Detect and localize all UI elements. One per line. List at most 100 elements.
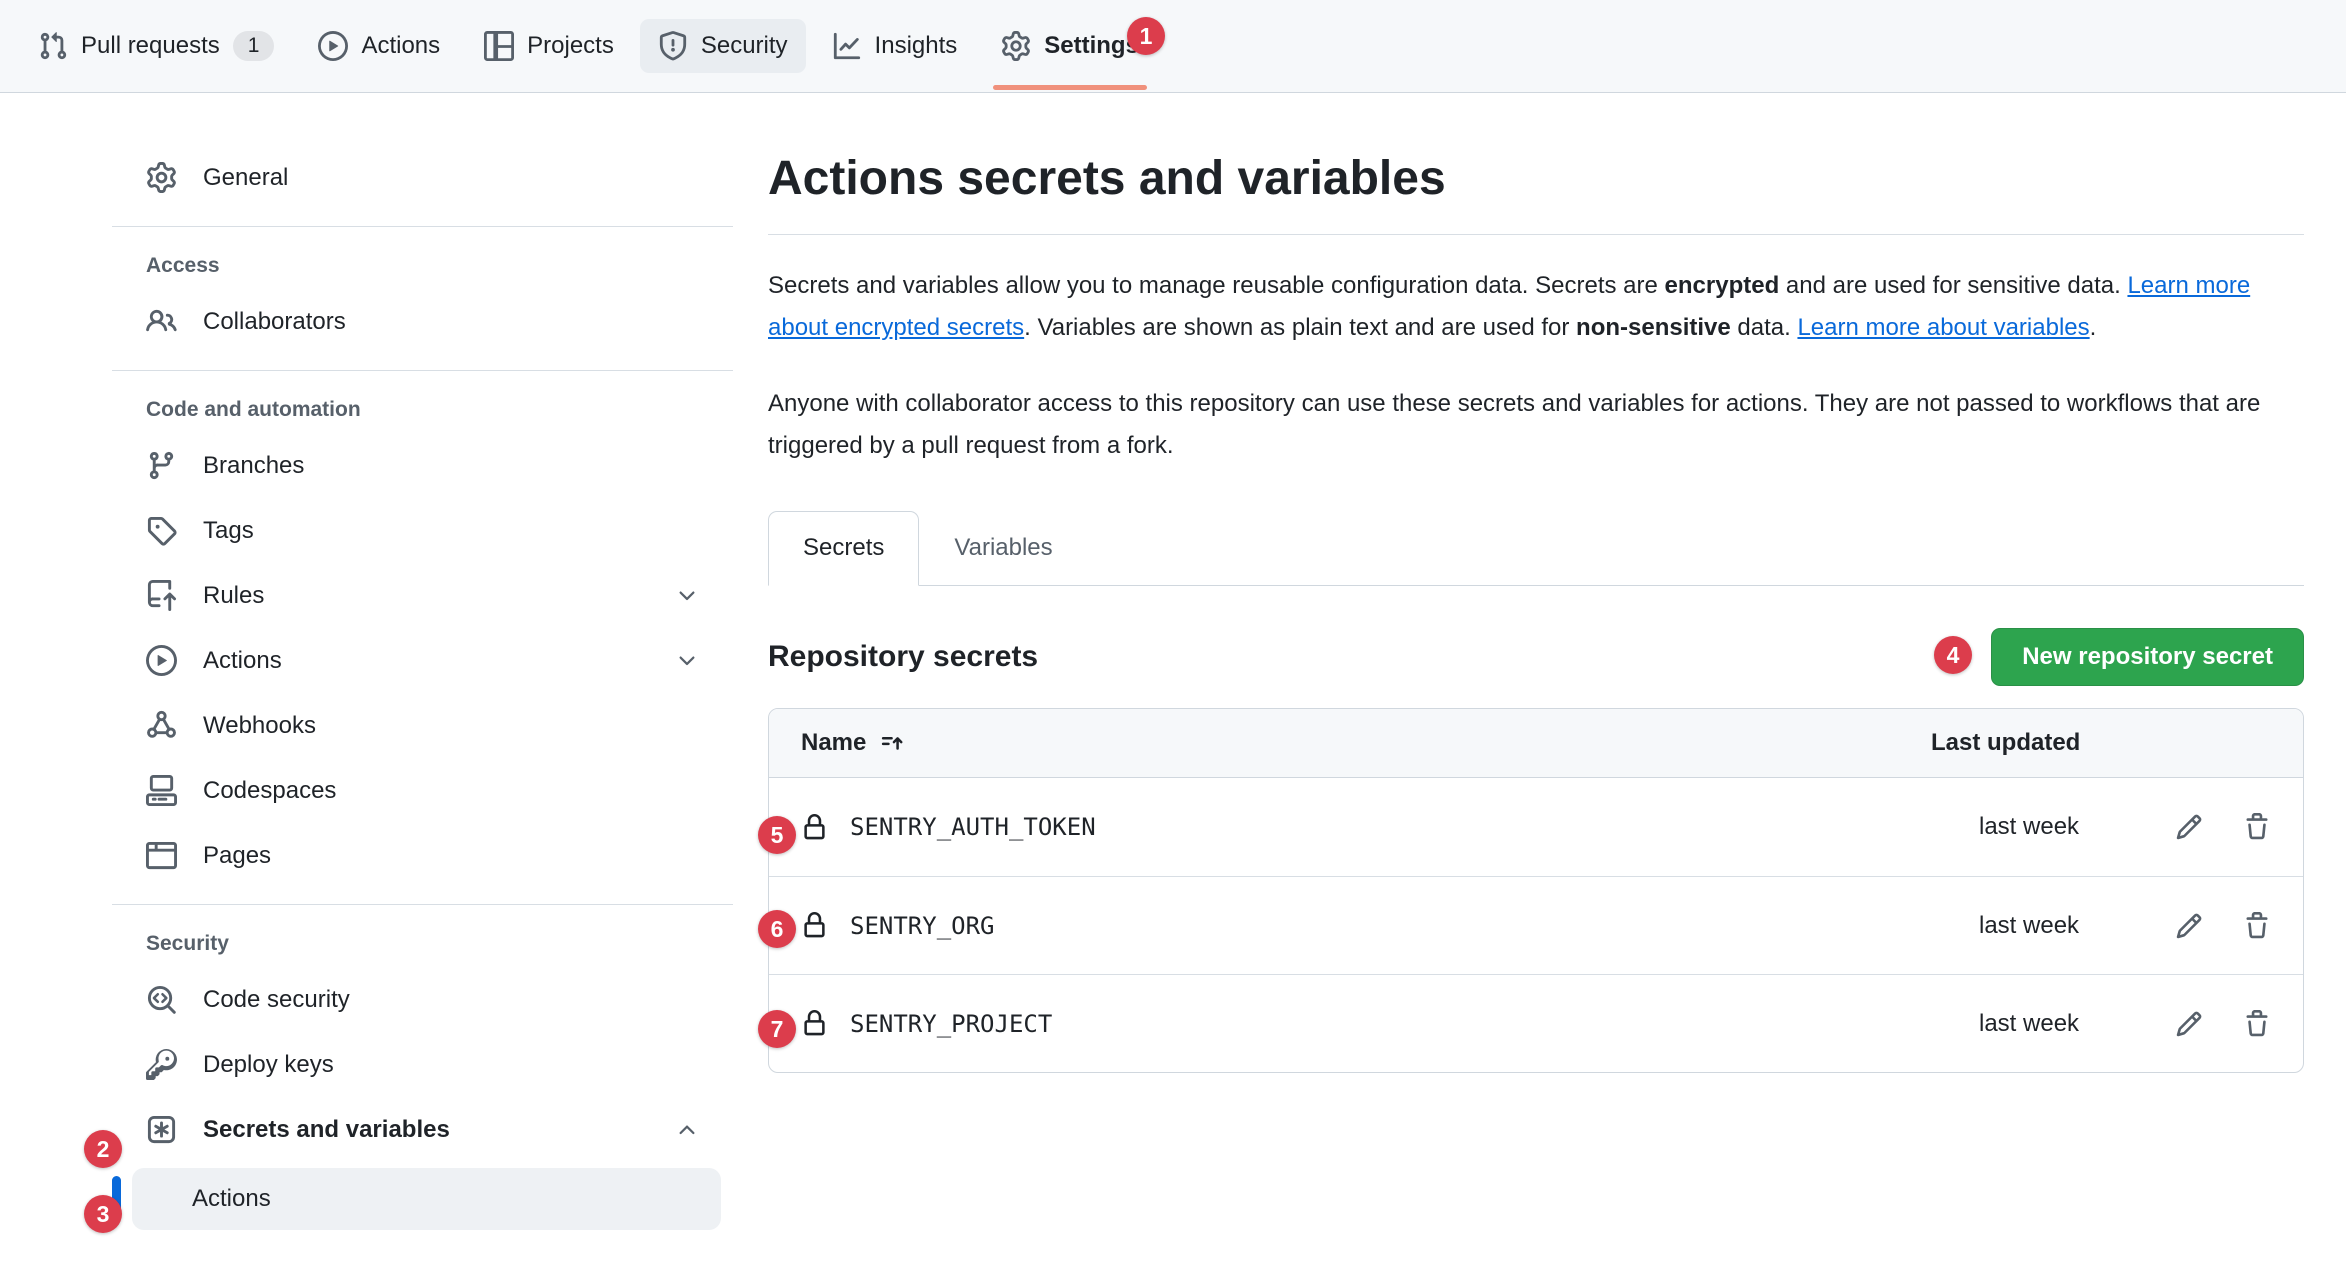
sidebar-item-general[interactable]: General (112, 145, 733, 210)
sidebar-section-security: Security (112, 921, 733, 967)
tab-variables[interactable]: Variables (919, 511, 1087, 585)
divider (112, 904, 733, 905)
edit-secret-button[interactable] (2175, 912, 2203, 940)
intro-text: data. (1731, 314, 1798, 341)
intro-text: . (2090, 314, 2097, 341)
webhook-icon (146, 710, 177, 741)
git-branch-icon (146, 450, 177, 481)
gear-icon (146, 162, 177, 193)
column-header-name[interactable]: Name (801, 729, 905, 757)
nav-actions-label: Actions (361, 32, 440, 60)
last-updated-value: last week (1931, 912, 2079, 940)
divider (112, 370, 733, 371)
edit-secret-button[interactable] (2175, 813, 2203, 841)
sidebar-item-code-security[interactable]: Code security (112, 967, 733, 1032)
nav-actions[interactable]: Actions (300, 19, 458, 73)
nav-settings-label: Settings (1044, 32, 1139, 60)
last-updated-value: last week (1931, 1010, 2079, 1038)
pull-request-icon (38, 31, 68, 61)
sidebar-item-webhooks[interactable]: Webhooks (112, 693, 733, 758)
sidebar-item-branches-label: Branches (203, 452, 304, 480)
row-actions: last week (1931, 813, 2271, 841)
play-circle-icon (318, 31, 348, 61)
repository-secrets-title: Repository secrets (768, 640, 1038, 674)
sidebar-item-secrets-and-variables-label: Secrets and variables (203, 1116, 450, 1144)
divider (112, 226, 733, 227)
nav-security[interactable]: Security (640, 19, 806, 73)
row-actions: last week (1931, 912, 2271, 940)
sidebar-item-webhooks-label: Webhooks (203, 712, 316, 740)
sidebar-item-branches[interactable]: Branches (112, 433, 733, 498)
github-repo-settings-page: { "topnav": { "items": [ {"label": "Pull… (0, 0, 2346, 1278)
delete-secret-button[interactable] (2243, 912, 2271, 940)
page-title: Actions secrets and variables (768, 151, 2304, 206)
sidebar-item-pages[interactable]: Pages (112, 823, 733, 888)
som-mark-6: 6 (758, 910, 796, 948)
sidebar-subitem-actions-selected[interactable]: Actions (132, 1168, 721, 1230)
nav-projects[interactable]: Projects (466, 19, 632, 73)
secret-name-cell: SENTRY_PROJECT (801, 1010, 1052, 1038)
chevron-down-icon[interactable] (675, 584, 699, 608)
sidebar-item-codespaces[interactable]: Codespaces (112, 758, 733, 823)
som-mark-5: 5 (758, 816, 796, 854)
gear-icon (1001, 31, 1031, 61)
repository-secrets-header-row: Repository secrets New repository secret (768, 628, 2304, 686)
people-icon (146, 306, 177, 337)
play-circle-icon (146, 645, 177, 676)
chevron-down-icon[interactable] (675, 649, 699, 673)
repo-tab-nav: Pull requests 1 Actions Projects Securit… (0, 0, 2346, 93)
sidebar-section-code-automation: Code and automation (112, 387, 733, 433)
new-repository-secret-button[interactable]: New repository secret (1991, 628, 2304, 686)
asterisk-box-icon (146, 1114, 177, 1145)
code-scan-icon (146, 984, 177, 1015)
column-header-name-label: Name (801, 729, 866, 757)
som-mark-4: 4 (1934, 636, 1972, 674)
table-row: SENTRY_ORG last week (769, 876, 2303, 974)
nav-pull-requests[interactable]: Pull requests 1 (20, 19, 292, 73)
settings-main-panel: Actions secrets and variables Secrets an… (733, 93, 2346, 1073)
tag-icon (146, 515, 177, 546)
repository-secrets-table: Name Last updated SENTRY_AUTH_TOKEN last… (768, 708, 2304, 1073)
page-content: General Access Collaborators Code and au… (0, 93, 2346, 1230)
delete-secret-button[interactable] (2243, 813, 2271, 841)
chevron-up-icon[interactable] (675, 1118, 699, 1142)
som-mark-7: 7 (758, 1010, 796, 1048)
secret-name-cell: SENTRY_ORG (801, 912, 995, 940)
sidebar-item-deploy-keys[interactable]: Deploy keys (112, 1032, 733, 1097)
sidebar-item-actions[interactable]: Actions (112, 628, 733, 693)
secret-name: SENTRY_AUTH_TOKEN (850, 813, 1096, 841)
sidebar-item-secrets-and-variables[interactable]: Secrets and variables (112, 1097, 733, 1162)
intro-bold-non-sensitive: non-sensitive (1576, 314, 1731, 341)
delete-secret-button[interactable] (2243, 1010, 2271, 1038)
intro-text: Secrets and variables allow you to manag… (768, 272, 1665, 299)
pencil-icon (2175, 1010, 2203, 1038)
sidebar-item-collaborators[interactable]: Collaborators (112, 289, 733, 354)
pull-requests-count-badge: 1 (233, 31, 275, 61)
secrets-variables-tabnav: Secrets Variables (768, 511, 2304, 586)
edit-secret-button[interactable] (2175, 1010, 2203, 1038)
intro-paragraph: Secrets and variables allow you to manag… (768, 265, 2304, 349)
sidebar-item-general-label: General (203, 164, 288, 192)
codespaces-icon (146, 775, 177, 806)
lock-icon (801, 814, 828, 841)
nav-projects-label: Projects (527, 32, 614, 60)
sort-ascending-icon (880, 731, 905, 756)
table-header-row: Name Last updated (769, 709, 2303, 778)
row-actions: last week (1931, 1010, 2271, 1038)
sidebar-item-rules[interactable]: Rules (112, 563, 733, 628)
lock-icon (801, 912, 828, 939)
tab-secrets[interactable]: Secrets (768, 511, 919, 586)
last-updated-value: last week (1931, 813, 2079, 841)
sidebar-item-codespaces-label: Codespaces (203, 777, 336, 805)
table-row: SENTRY_PROJECT last week (769, 974, 2303, 1072)
table-row: SENTRY_AUTH_TOKEN last week (769, 778, 2303, 876)
learn-more-variables-link[interactable]: Learn more about variables (1797, 314, 2089, 341)
som-mark-2: 2 (84, 1130, 122, 1168)
collaborator-note-paragraph: Anyone with collaborator access to this … (768, 383, 2304, 467)
nav-insights[interactable]: Insights (814, 19, 976, 73)
sidebar-item-tags[interactable]: Tags (112, 498, 733, 563)
secret-name: SENTRY_ORG (850, 912, 995, 940)
divider (768, 234, 2304, 235)
nav-security-label: Security (701, 32, 788, 60)
sidebar-section-access: Access (112, 243, 733, 289)
